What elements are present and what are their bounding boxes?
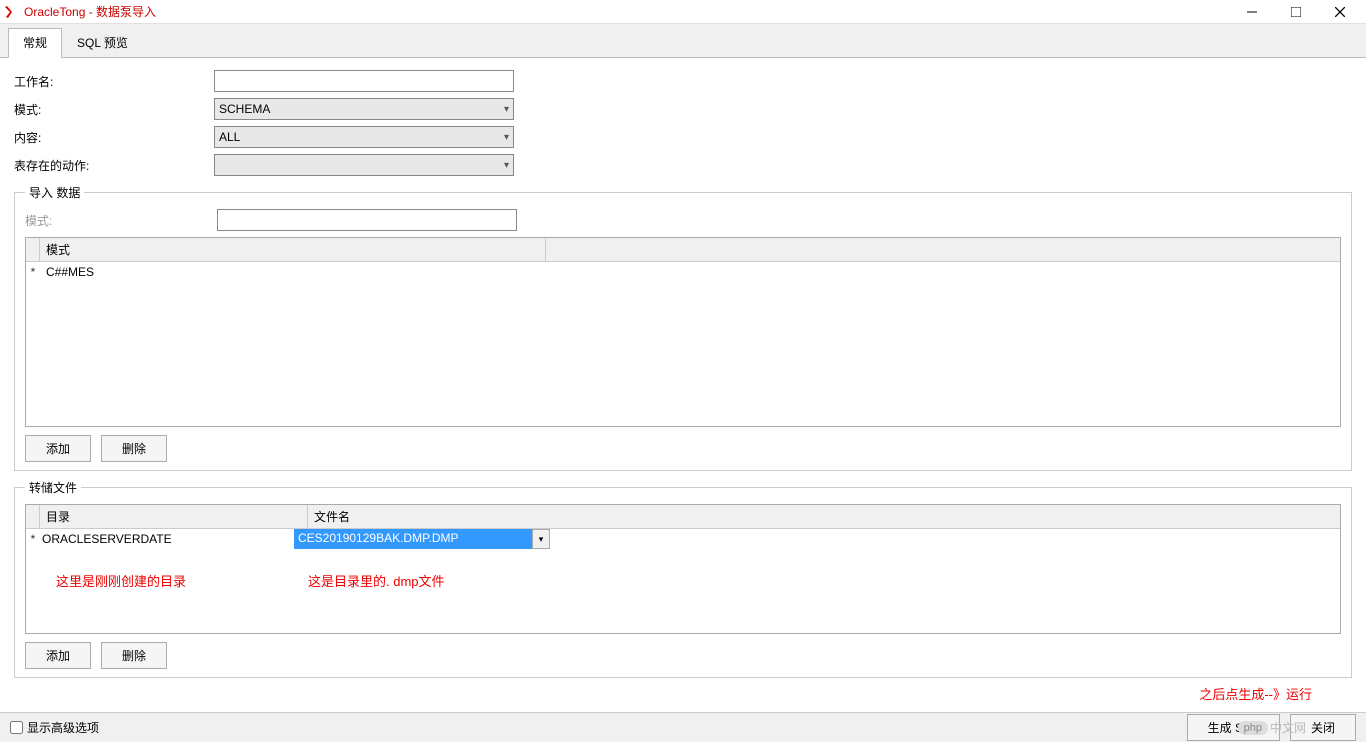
advanced-options-label: 显示高级选项 [27, 719, 99, 736]
filename-column-header[interactable]: 文件名 [308, 505, 1340, 528]
table-exists-label: 表存在的动作: [14, 157, 214, 174]
schema-cell[interactable]: C##MES [40, 262, 1340, 282]
content-label: 内容: [14, 129, 214, 146]
add-file-button[interactable]: 添加 [25, 642, 91, 669]
chevron-down-icon[interactable]: ▾ [532, 529, 550, 549]
mode-select-value: SCHEMA [219, 102, 270, 116]
row-marker-header [26, 238, 40, 261]
row-marker: * [26, 265, 40, 279]
schema-table: 模式 * C##MES [25, 237, 1341, 427]
job-name-label: 工作名: [14, 73, 214, 90]
minimize-button[interactable] [1230, 0, 1274, 24]
row-marker: * [26, 532, 40, 546]
chevron-down-icon: ▾ [504, 132, 509, 143]
content-panel: 工作名: 模式: SCHEMA ▾ 内容: ALL ▾ 表存在的动作: ▾ 导入… [0, 58, 1366, 716]
row-marker-header [26, 505, 40, 528]
dump-files-fieldset: 转储文件 目录 文件名 * ORACLESERVERDATE CES201901… [14, 479, 1352, 678]
window-title: OracleTong - 数据泵导入 [24, 3, 156, 20]
close-dialog-button[interactable]: 关闭 [1290, 714, 1356, 741]
schema-column-header[interactable]: 模式 [40, 238, 546, 261]
dump-files-legend: 转储文件 [25, 479, 81, 496]
dump-files-table: 目录 文件名 * ORACLESERVERDATE CES20190129BAK… [25, 504, 1341, 634]
add-schema-button[interactable]: 添加 [25, 435, 91, 462]
table-exists-select[interactable]: ▾ [214, 154, 514, 176]
directory-cell[interactable]: ORACLESERVERDATE [40, 529, 294, 549]
delete-file-button[interactable]: 删除 [101, 642, 167, 669]
advanced-options-input[interactable] [10, 721, 23, 734]
annotation-file: 这是目录里的. dmp文件 [308, 571, 445, 590]
tab-sql-preview[interactable]: SQL 预览 [62, 28, 143, 57]
annotation-directory: 这里是刚刚创建的目录 [56, 571, 308, 590]
delete-schema-button[interactable]: 删除 [101, 435, 167, 462]
annotation-run: 之后点生成--》运行 [1199, 687, 1312, 702]
tab-general[interactable]: 常规 [8, 28, 62, 58]
job-name-input[interactable] [214, 70, 514, 92]
close-button[interactable] [1318, 0, 1362, 24]
chevron-down-icon: ▾ [504, 160, 509, 171]
content-select[interactable]: ALL ▾ [214, 126, 514, 148]
schema-label: 模式: [25, 212, 217, 229]
import-data-fieldset: 导入 数据 模式: 模式 * C##MES 添加 删除 [14, 184, 1352, 471]
generate-sql-button[interactable]: 生成 SQL [1187, 714, 1280, 741]
table-row[interactable]: * C##MES [26, 262, 1340, 282]
directory-column-header[interactable]: 目录 [40, 505, 308, 528]
import-data-legend: 导入 数据 [25, 184, 84, 201]
filename-cell[interactable]: CES20190129BAK.DMP.DMP ▾ [294, 529, 550, 549]
app-icon [4, 4, 20, 20]
content-select-value: ALL [219, 130, 240, 144]
table-row[interactable]: * ORACLESERVERDATE CES20190129BAK.DMP.DM… [26, 529, 1340, 549]
tab-bar: 常规 SQL 预览 [0, 24, 1366, 58]
advanced-options-checkbox[interactable]: 显示高级选项 [10, 719, 99, 736]
schema-input[interactable] [217, 209, 517, 231]
chevron-down-icon: ▾ [504, 104, 509, 115]
filename-text[interactable]: CES20190129BAK.DMP.DMP [294, 529, 532, 549]
mode-select[interactable]: SCHEMA ▾ [214, 98, 514, 120]
footer-bar: 显示高级选项 生成 SQL 关闭 [0, 712, 1366, 742]
maximize-button[interactable] [1274, 0, 1318, 24]
title-bar: OracleTong - 数据泵导入 [0, 0, 1366, 24]
mode-label: 模式: [14, 101, 214, 118]
